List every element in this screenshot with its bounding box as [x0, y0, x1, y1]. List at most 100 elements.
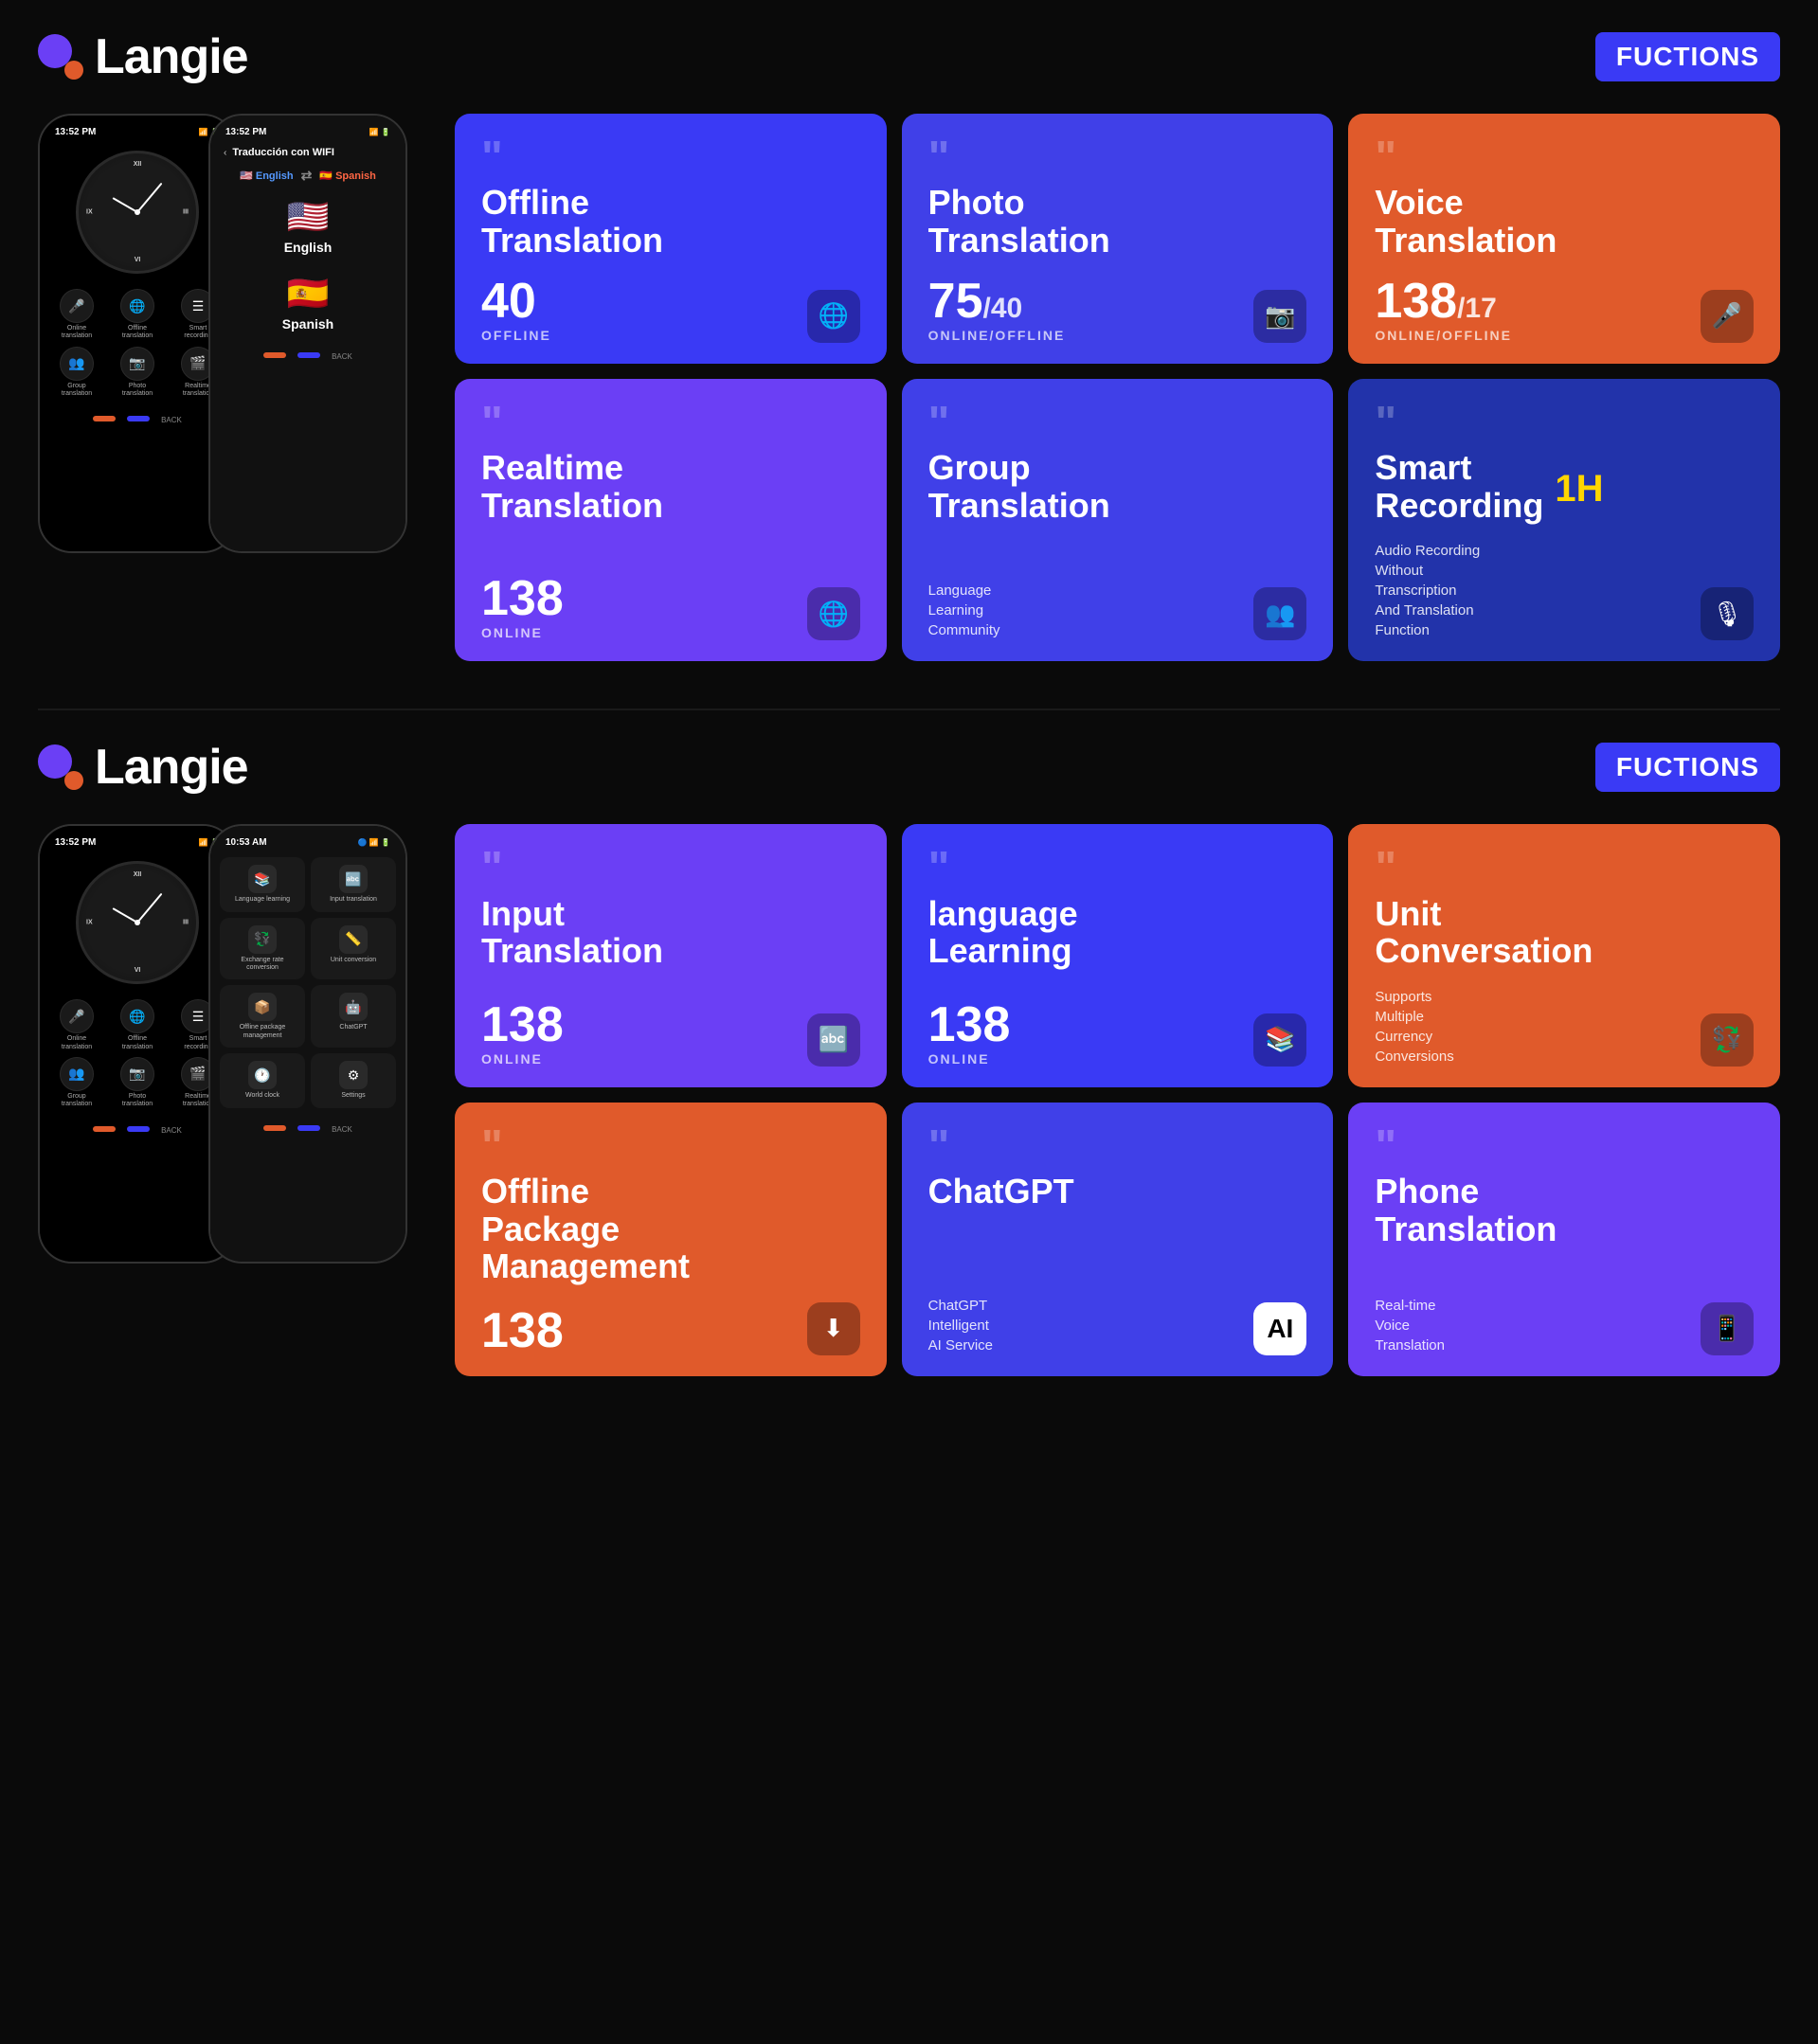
quote-icon: "	[481, 1129, 860, 1165]
flag-english: 🇺🇸 English	[284, 197, 333, 255]
logo-text-2: Langie	[95, 739, 248, 796]
phone-1b: 13:52 PM 📶 🔋 ‹ Traducción con WIFI 🇺🇸 En…	[208, 114, 407, 553]
phone-2a-status: 13:52 PM 📶 🔋	[45, 834, 229, 852]
phone-menu-grid: 📚 Language learning 🔤 Input translation …	[216, 852, 400, 1113]
card-realtime-translation: " RealtimeTranslation 138 ONLINE 🌐	[455, 379, 887, 662]
menu-item-label: Input translation	[330, 896, 377, 904]
phone-1a-clock: XII III VI IX	[45, 141, 229, 283]
list-item[interactable]: 📚 Language learning	[220, 857, 305, 911]
card-icon-btn[interactable]: ⬇	[807, 1302, 860, 1355]
card-icon-btn[interactable]: 📚	[1253, 1013, 1306, 1067]
card-icon-btn[interactable]: 🔤	[807, 1013, 860, 1067]
flag-spanish: 🇪🇸 Spanish	[282, 274, 333, 332]
book-icon: 📚	[248, 865, 277, 893]
cn-3: III	[183, 209, 189, 216]
card-desc: Audio RecordingWithoutTranscriptionAnd T…	[1375, 541, 1480, 640]
list-item[interactable]: 📦 Offline packagemanagement	[220, 985, 305, 1048]
quote-icon: "	[481, 140, 860, 176]
chatgpt-icon: 🤖	[339, 993, 368, 1021]
card-icon-btn[interactable]: 🎙	[1701, 587, 1754, 640]
exchange-icon: 💱	[248, 925, 277, 954]
card-icon-btn[interactable]: 📱	[1701, 1302, 1754, 1355]
card-count-sub: /17	[1457, 293, 1497, 325]
phone2-title: Traducción con WIFI	[232, 147, 334, 158]
card-bottom: SupportsMultipleCurrencyConversions 💱	[1375, 987, 1754, 1067]
phone-1b-bottom: BACK	[216, 345, 400, 368]
cards-grid-2: " InputTranslation 138 ONLINE 🔤 " langua…	[455, 824, 1780, 1376]
section-1: Langie FUCTIONS 13:52 PM 📶 🔋 XII	[0, 0, 1818, 708]
card-icon-btn[interactable]: 📷	[1253, 290, 1306, 343]
card-bottom: LanguageLearningCommunity 👥	[928, 581, 1307, 640]
phone-icon-label: Onlinetranslation	[62, 325, 92, 341]
card-count-sub: /40	[983, 293, 1023, 325]
list-item[interactable]: 🔤 Input translation	[311, 857, 396, 911]
phone2-nav: ‹ Traducción con WIFI	[216, 141, 400, 164]
list-item[interactable]: 💱 Exchange rateconversion	[220, 918, 305, 980]
card-status: ONLINE	[928, 1051, 1011, 1067]
list-item[interactable]: 📷 Phototranslation	[110, 347, 165, 399]
card-count: 138	[928, 1000, 1011, 1049]
mic-icon: 🎤	[60, 999, 94, 1033]
phone-icon-label: Grouptranslation	[62, 383, 92, 399]
cards-grid-1: " OfflineTranslation 40 OFFLINE 🌐 " Phot…	[455, 114, 1780, 661]
card-count-row: 138 /17	[1375, 277, 1512, 326]
menu-item-label: Language learning	[235, 896, 290, 904]
card-icon-btn[interactable]: 💱	[1701, 1013, 1754, 1067]
list-item[interactable]: 🕐 World clock	[220, 1053, 305, 1107]
globe-icon: 🌐	[120, 289, 154, 323]
card-icon-btn[interactable]: 🌐	[807, 290, 860, 343]
phone-2a-grid: 🎤 Onlinetranslation 🌐 Offlinetranslation…	[45, 994, 229, 1115]
card-status: ONLINE/OFFLINE	[1375, 328, 1512, 343]
card-title: UnitConversation	[1375, 895, 1754, 970]
card-icon-btn[interactable]: 👥	[1253, 587, 1306, 640]
settings-icon: ⚙	[339, 1061, 368, 1089]
phone-2a-clock: XII III VI IX	[45, 852, 229, 994]
list-item[interactable]: 📏 Unit conversion	[311, 918, 396, 980]
phone-1b-time: 13:52 PM	[225, 127, 266, 137]
card-icon-btn[interactable]: AI	[1253, 1302, 1306, 1355]
back-label-1: BACK	[161, 416, 182, 424]
card-status: ONLINE	[481, 1051, 564, 1067]
cn-9: IX	[86, 209, 93, 216]
flag-es-icon: 🇪🇸	[287, 274, 330, 314]
card-count: 138	[481, 1000, 564, 1049]
card-status: ONLINE	[481, 625, 564, 640]
phone-2b: 10:53 AM 🔵 📶 🔋 📚 Language learning 🔤 Inp…	[208, 824, 407, 1264]
card-title: OfflineTranslation	[481, 184, 860, 259]
card-phone-translation: " PhoneTranslation Real-timeVoiceTransla…	[1348, 1103, 1780, 1376]
logo-1: Langie	[38, 28, 248, 85]
menu-item-label: World clock	[245, 1092, 279, 1100]
phone-2b-bottom: BACK	[216, 1118, 400, 1141]
card-title: SmartRecording	[1375, 449, 1543, 524]
phones-1: 13:52 PM 📶 🔋 XII III VI IX	[38, 114, 436, 553]
card-icon-btn[interactable]: 🎤	[1701, 290, 1754, 343]
card-desc: ChatGPTIntelligentAI Service	[928, 1296, 993, 1355]
phone-1a-status: 13:52 PM 📶 🔋	[45, 123, 229, 141]
list-item[interactable]: 🎤 Onlinetranslation	[49, 289, 104, 341]
flag-spanish-label: Spanish	[282, 316, 333, 332]
menu-item-label: Settings	[341, 1092, 365, 1100]
list-item[interactable]: ⚙ Settings	[311, 1053, 396, 1107]
list-item[interactable]: 🤖 ChatGPT	[311, 985, 396, 1048]
phone-2a: 13:52 PM 📶 🔋 XII III VI IX	[38, 824, 237, 1264]
quote-icon: "	[928, 1129, 1307, 1165]
list-item[interactable]: 👥 Grouptranslation	[49, 1057, 104, 1109]
card-bottom: 138 ONLINE 📚	[928, 1000, 1307, 1067]
list-item[interactable]: 🎤 Onlinetranslation	[49, 999, 104, 1051]
lang-to: 🇪🇸 Spanish	[319, 170, 376, 182]
list-item[interactable]: 🌐 Offlinetranslation	[110, 999, 165, 1051]
clock-face-2: XII III VI IX	[76, 861, 199, 984]
card-icon-btn[interactable]: 🌐	[807, 587, 860, 640]
card-group-translation: " GroupTranslation LanguageLearningCommu…	[902, 379, 1334, 662]
list-item[interactable]: 👥 Grouptranslation	[49, 347, 104, 399]
lang-row: 🇺🇸 English ⇄ 🇪🇸 Spanish	[216, 164, 400, 188]
list-item[interactable]: 🌐 Offlinetranslation	[110, 289, 165, 341]
card-title: PhoneTranslation	[1375, 1173, 1754, 1247]
card-offline-translation: " OfflineTranslation 40 OFFLINE 🌐	[455, 114, 887, 364]
phone-icon-label: Grouptranslation	[62, 1093, 92, 1109]
card-title: OfflinePackageManagement	[481, 1173, 860, 1285]
list-item[interactable]: 📷 Phototranslation	[110, 1057, 165, 1109]
card-status: OFFLINE	[481, 328, 551, 343]
camera-icon: 📷	[120, 1057, 154, 1091]
clock-min-hand-1	[136, 183, 162, 213]
